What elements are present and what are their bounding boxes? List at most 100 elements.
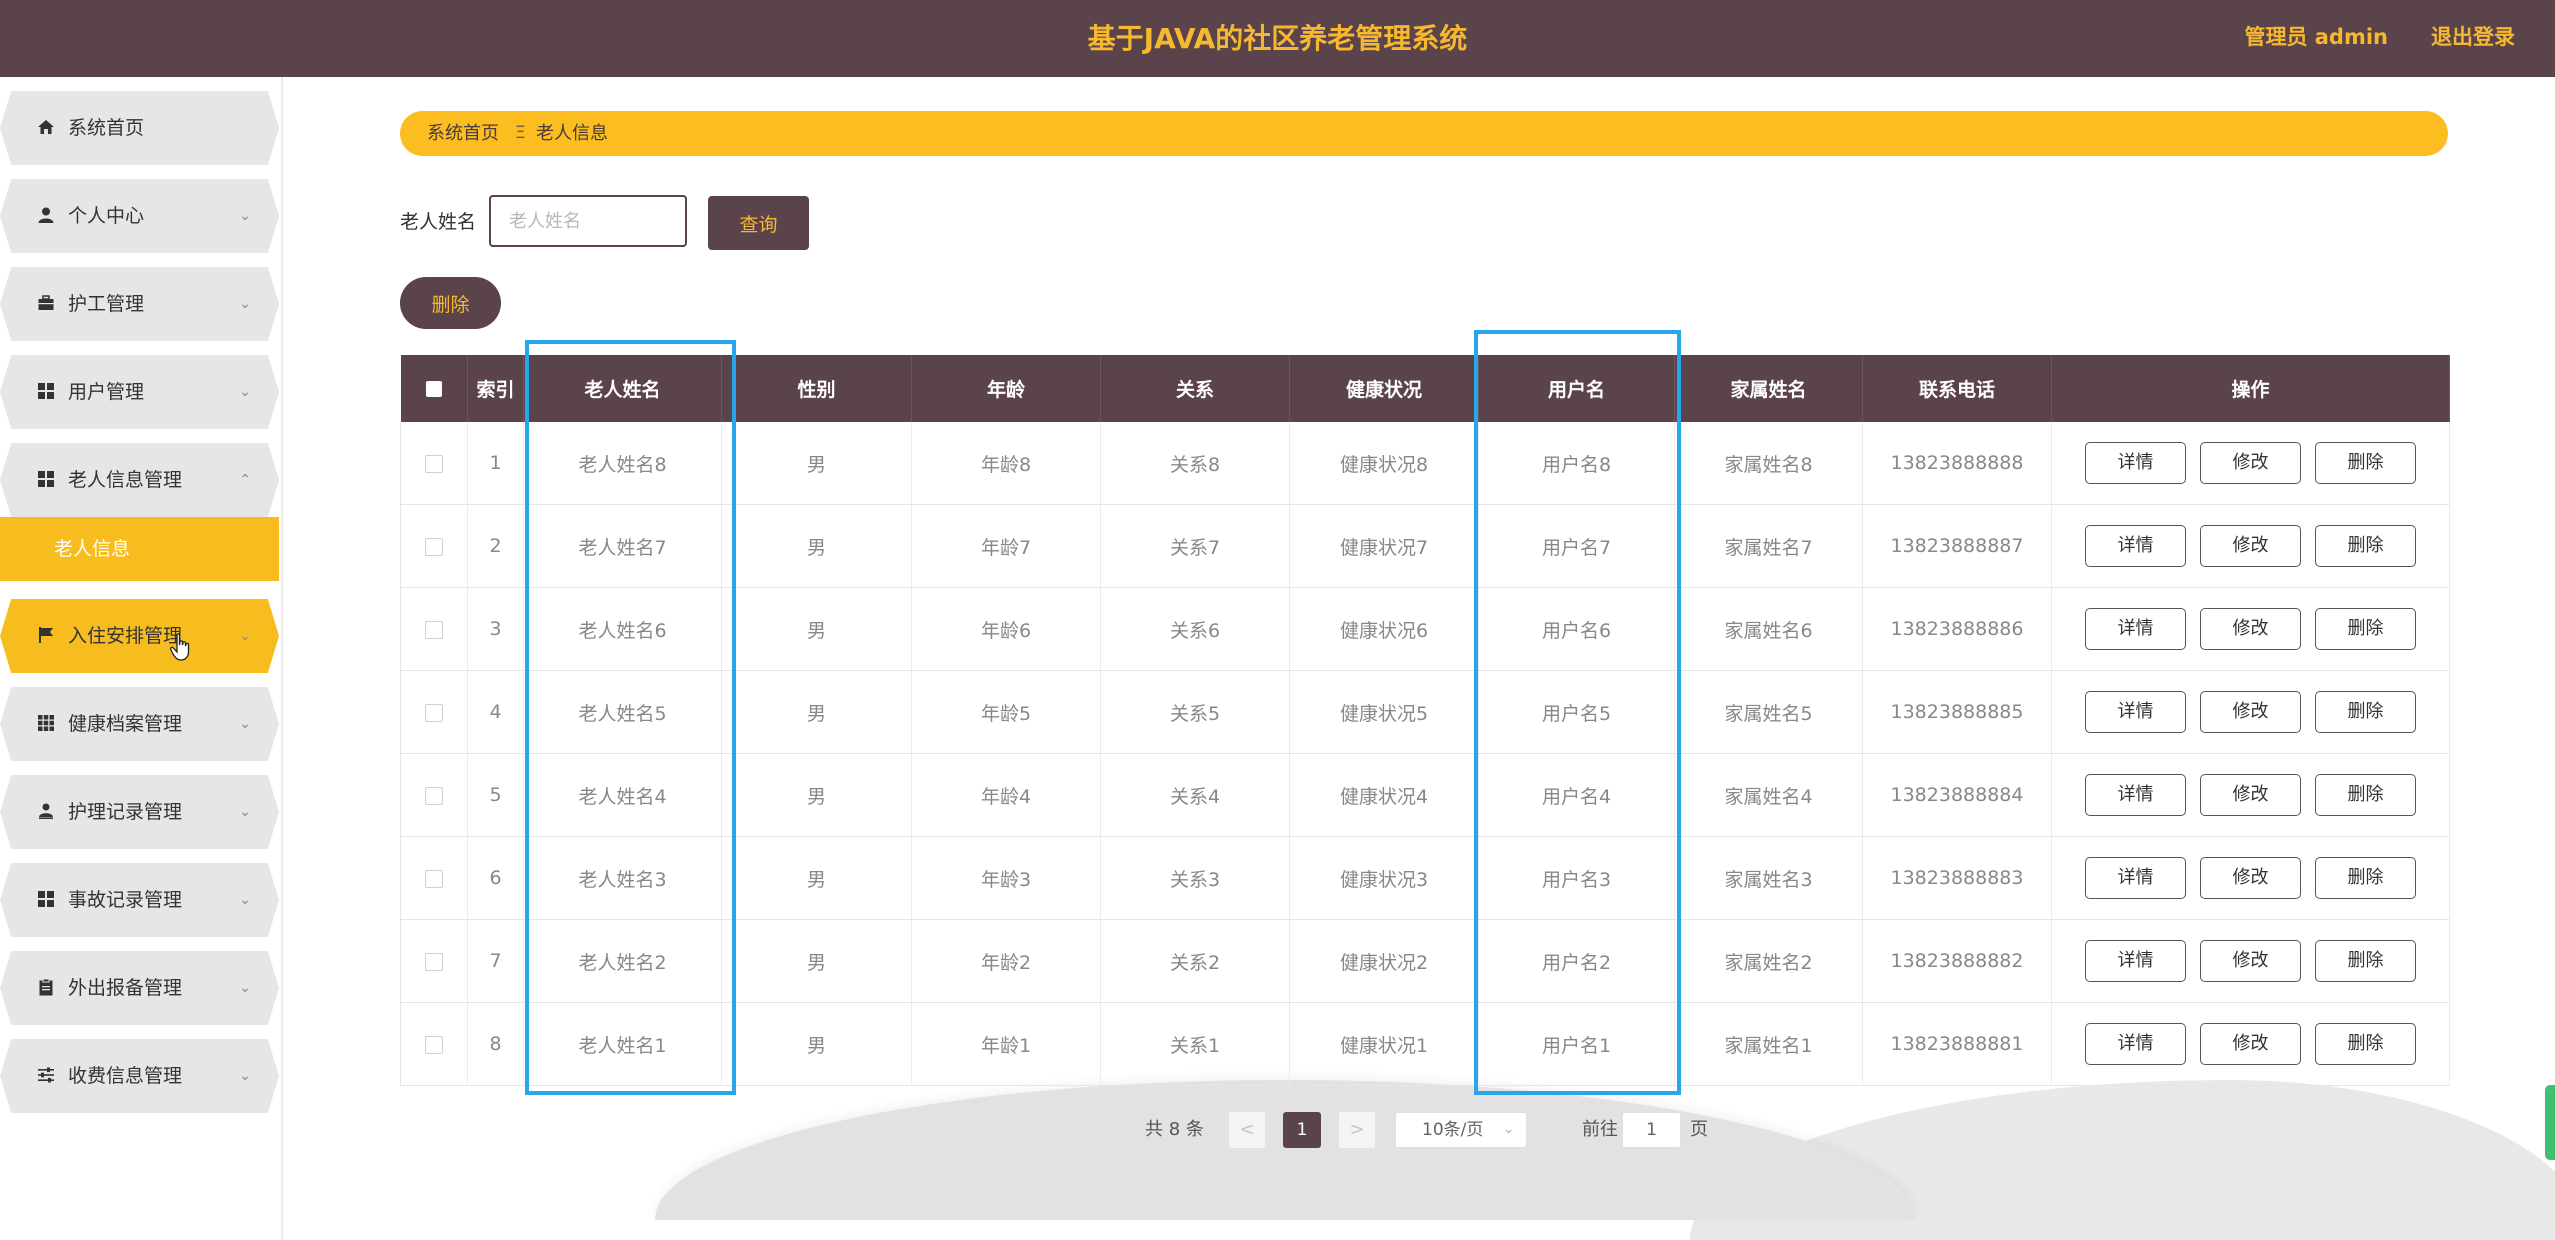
- row-checkbox-cell: [400, 587, 468, 671]
- row-checkbox[interactable]: [425, 1035, 443, 1054]
- logout-link[interactable]: 退出登录: [2431, 0, 2515, 77]
- edit-button[interactable]: 修改: [2200, 857, 2301, 899]
- row-checkbox[interactable]: [425, 620, 443, 639]
- sidebar-item-checkin-arrangement[interactable]: 入住安排管理 ⌄: [0, 599, 279, 673]
- edit-button[interactable]: 修改: [2200, 940, 2301, 982]
- table-row: 6 老人姓名3 男年龄3 关系3 健康状况3 用户名3 家属姓名3 13823888883 详情…: [400, 836, 2450, 920]
- cell-age: 年龄8: [911, 422, 1101, 505]
- table-row: 4 老人姓名5 男年龄5 关系5 健康状况5 用户名5 家属姓名5 13823888885 详情…: [400, 670, 2450, 754]
- edit-button[interactable]: 修改: [2200, 525, 2301, 567]
- cell-name: 老人姓名3: [523, 836, 722, 920]
- sidebar-item-label: 健康档案管理: [68, 713, 183, 735]
- row-checkbox-cell: [400, 670, 468, 754]
- detail-button[interactable]: 详情: [2085, 857, 2186, 899]
- delete-button[interactable]: 删除: [2315, 442, 2416, 484]
- sidebar-item-outing-reports[interactable]: 外出报备管理 ⌄: [0, 951, 279, 1025]
- cell-family: 家属姓名7: [1674, 504, 1863, 588]
- delete-button[interactable]: 删除: [2315, 857, 2416, 899]
- detail-button[interactable]: 详情: [2085, 525, 2186, 567]
- pagination-goto-input[interactable]: [1622, 1112, 1681, 1148]
- cell-gender: 男: [721, 753, 912, 837]
- cell-name: 老人姓名4: [523, 753, 722, 837]
- cell-relation: 关系2: [1100, 919, 1290, 1003]
- delete-button[interactable]: 删除: [2315, 691, 2416, 733]
- delete-button[interactable]: 删除: [2315, 608, 2416, 650]
- cell-username: 用户名3: [1478, 836, 1675, 920]
- sidebar-item-accident-records[interactable]: 事故记录管理 ⌄: [0, 863, 279, 937]
- sidebar-item-home[interactable]: 系统首页: [0, 91, 279, 165]
- cell-name: 老人姓名6: [523, 587, 722, 671]
- table-row: 2 老人姓名7 男年龄7 关系7 健康状况7 用户名7 家属姓名7 13823888887 详情…: [400, 504, 2450, 588]
- page-size-select[interactable]: 10条/页 ⌄: [1395, 1112, 1527, 1148]
- select-all-checkbox[interactable]: [425, 381, 442, 397]
- detail-button[interactable]: 详情: [2085, 442, 2186, 484]
- detail-button[interactable]: 详情: [2085, 691, 2186, 733]
- query-button[interactable]: 查询: [708, 196, 809, 250]
- row-checkbox[interactable]: [425, 703, 443, 722]
- briefcase-icon: [36, 293, 56, 313]
- chevron-down-icon: ⌄: [239, 628, 251, 644]
- row-actions: 详情 修改 删除: [2051, 1002, 2450, 1086]
- scrollbar-thumb[interactable]: [2545, 1085, 2555, 1160]
- sidebar-item-personal-center[interactable]: 个人中心 ⌄: [0, 179, 279, 253]
- cell-username: 用户名2: [1478, 919, 1675, 1003]
- sidebar-item-label: 系统首页: [68, 117, 145, 139]
- cell-relation: 关系5: [1100, 670, 1290, 754]
- batch-delete-button[interactable]: 删除: [400, 277, 501, 329]
- cell-phone: 13823888883: [1862, 836, 2052, 920]
- sidebar-item-health-records[interactable]: 健康档案管理 ⌄: [0, 687, 279, 761]
- sidebar-item-fee-management[interactable]: 收费信息管理 ⌄: [0, 1039, 279, 1113]
- cell-username: 用户名1: [1478, 1002, 1675, 1086]
- breadcrumb-home[interactable]: 系统首页: [427, 111, 499, 156]
- delete-button[interactable]: 删除: [2315, 774, 2416, 816]
- edit-button[interactable]: 修改: [2200, 442, 2301, 484]
- elderly-name-search-input[interactable]: [489, 195, 687, 247]
- delete-button[interactable]: 删除: [2315, 525, 2416, 567]
- edit-button[interactable]: 修改: [2200, 691, 2301, 733]
- edit-button[interactable]: 修改: [2200, 1023, 2301, 1065]
- cell-family: 家属姓名3: [1674, 836, 1863, 920]
- column-header: 关系: [1100, 355, 1290, 422]
- row-checkbox[interactable]: [425, 454, 443, 473]
- sidebar-item-elderly-info-management[interactable]: 老人信息管理 ⌃: [0, 443, 279, 517]
- column-header: 索引: [467, 355, 524, 422]
- cell-index: 4: [467, 670, 524, 754]
- chevron-down-icon: ⌄: [239, 384, 251, 400]
- row-checkbox[interactable]: [425, 537, 443, 556]
- detail-button[interactable]: 详情: [2085, 940, 2186, 982]
- cell-index: 2: [467, 504, 524, 588]
- cell-index: 3: [467, 587, 524, 671]
- delete-button[interactable]: 删除: [2315, 1023, 2416, 1065]
- row-checkbox[interactable]: [425, 952, 443, 971]
- detail-button[interactable]: 详情: [2085, 608, 2186, 650]
- sidebar-subitem-elderly-info[interactable]: 老人信息: [0, 517, 279, 581]
- row-actions: 详情 修改 删除: [2051, 504, 2450, 588]
- row-actions: 详情 修改 删除: [2051, 670, 2450, 754]
- sidebar-item-user-management[interactable]: 用户管理 ⌄: [0, 355, 279, 429]
- detail-button[interactable]: 详情: [2085, 774, 2186, 816]
- edit-button[interactable]: 修改: [2200, 608, 2301, 650]
- sidebar-item-nursing-records[interactable]: 护理记录管理 ⌄: [0, 775, 279, 849]
- detail-button[interactable]: 详情: [2085, 1023, 2186, 1065]
- pagination-page-button[interactable]: 1: [1283, 1112, 1321, 1148]
- row-checkbox-cell: [400, 422, 468, 505]
- cell-health: 健康状况6: [1289, 587, 1479, 671]
- pagination-next-button[interactable]: >: [1339, 1112, 1375, 1148]
- pagination-page-suffix: 页: [1690, 1119, 1708, 1140]
- row-checkbox[interactable]: [425, 869, 443, 888]
- cell-relation: 关系1: [1100, 1002, 1290, 1086]
- cell-index: 6: [467, 836, 524, 920]
- sidebar: 系统首页 个人中心 ⌄ 护工管理 ⌄ 用户管理 ⌄ 老人信息管理 ⌃ 老人信息: [0, 77, 283, 1240]
- cell-phone: 13823888884: [1862, 753, 2052, 837]
- pagination-prev-button[interactable]: <: [1229, 1112, 1265, 1148]
- row-checkbox[interactable]: [425, 786, 443, 805]
- column-header: 健康状况: [1289, 355, 1479, 422]
- breadcrumb-current: 老人信息: [536, 123, 608, 144]
- cell-family: 家属姓名2: [1674, 919, 1863, 1003]
- sidebar-item-caregiver[interactable]: 护工管理 ⌄: [0, 267, 279, 341]
- edit-button[interactable]: 修改: [2200, 774, 2301, 816]
- cell-gender: 男: [721, 919, 912, 1003]
- delete-button[interactable]: 删除: [2315, 940, 2416, 982]
- grid-icon: [36, 381, 56, 401]
- decorative-wave-left: [655, 1080, 1915, 1220]
